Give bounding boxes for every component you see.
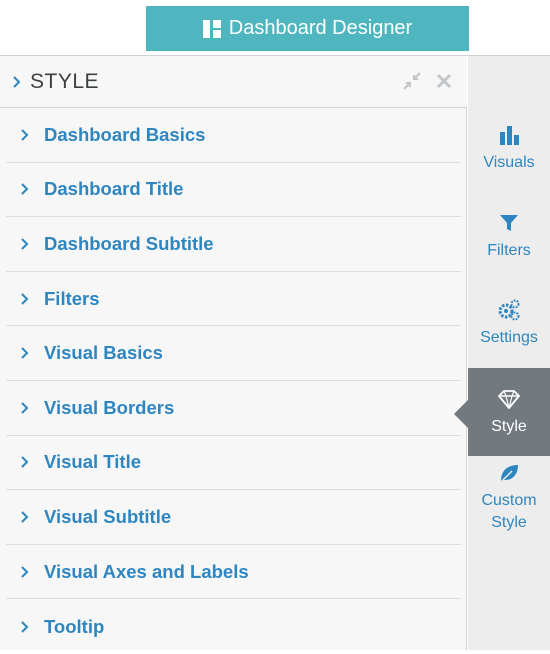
chevron-right-icon (18, 292, 32, 306)
sidebar-item-settings[interactable]: Settings (468, 299, 550, 349)
chevron-right-icon (18, 510, 32, 524)
diamond-icon (498, 388, 520, 410)
panel-title: STYLE (30, 69, 100, 93)
section-filters[interactable]: Filters (6, 272, 461, 327)
chevron-right-icon (18, 128, 32, 142)
section-tooltip[interactable]: Tooltip (6, 599, 461, 654)
sidebar-item-style[interactable]: Style (468, 368, 550, 456)
section-visual-borders[interactable]: Visual Borders (6, 381, 461, 436)
sidebar-item-label: Visuals (483, 154, 535, 171)
section-label: Dashboard Subtitle (44, 232, 214, 254)
section-dashboard-basics[interactable]: Dashboard Basics (6, 108, 461, 163)
sidebar-item-label: Filters (487, 242, 531, 259)
chevron-right-icon (18, 565, 32, 579)
sidebar-item-filters[interactable]: Filters (468, 212, 550, 262)
sidebar-item-label: Style (491, 418, 527, 435)
section-label: Visual Title (44, 451, 141, 473)
section-list: Dashboard Basics Dashboard Title Dashboa… (6, 108, 461, 654)
dashboard-icon (202, 19, 221, 38)
gears-icon (498, 299, 520, 321)
section-visual-basics[interactable]: Visual Basics (6, 326, 461, 381)
dashboard-designer-button[interactable]: Dashboard Designer (146, 6, 469, 51)
chevron-right-icon[interactable] (10, 75, 24, 89)
filter-icon (498, 212, 520, 234)
section-dashboard-subtitle[interactable]: Dashboard Subtitle (6, 217, 461, 272)
section-label: Visual Borders (44, 396, 175, 418)
close-icon[interactable] (435, 72, 453, 90)
section-visual-subtitle[interactable]: Visual Subtitle (6, 490, 461, 545)
chevron-right-icon (18, 455, 32, 469)
section-dashboard-title[interactable]: Dashboard Title (6, 163, 461, 218)
style-panel: STYLE Dashboard Basics Dashboard Title D… (0, 56, 467, 650)
sidebar-item-custom-style[interactable]: Custom Style (468, 462, 550, 534)
section-label: Dashboard Title (44, 178, 184, 200)
dashboard-designer-label: Dashboard Designer (228, 17, 413, 39)
leaf-icon (498, 462, 520, 484)
chevron-right-icon (18, 401, 32, 415)
section-visual-title[interactable]: Visual Title (6, 436, 461, 491)
chevron-right-icon (18, 620, 32, 634)
sidebar-item-visuals[interactable]: Visuals (468, 124, 550, 174)
section-label: Dashboard Basics (44, 123, 206, 145)
section-label: Filters (44, 287, 100, 309)
chevron-right-icon (18, 346, 32, 360)
bar-chart-icon (498, 124, 520, 146)
section-label: Visual Subtitle (44, 505, 172, 527)
sidebar-item-label: Custom Style (481, 492, 537, 531)
section-label: Visual Axes and Labels (44, 560, 249, 582)
active-tab-pointer (454, 400, 468, 428)
section-label: Visual Basics (44, 342, 163, 364)
right-sidebar: Visuals Filters Settings Style Custom St… (468, 56, 550, 650)
chevron-right-icon (18, 182, 32, 196)
sidebar-item-label: Settings (480, 329, 538, 346)
collapse-icon[interactable] (403, 72, 421, 90)
section-visual-axes-and-labels[interactable]: Visual Axes and Labels (6, 545, 461, 600)
panel-header: STYLE (0, 56, 467, 108)
section-label: Tooltip (44, 615, 105, 637)
top-bar: Dashboard Designer (0, 0, 550, 56)
panel-actions (403, 72, 453, 90)
chevron-right-icon (18, 237, 32, 251)
